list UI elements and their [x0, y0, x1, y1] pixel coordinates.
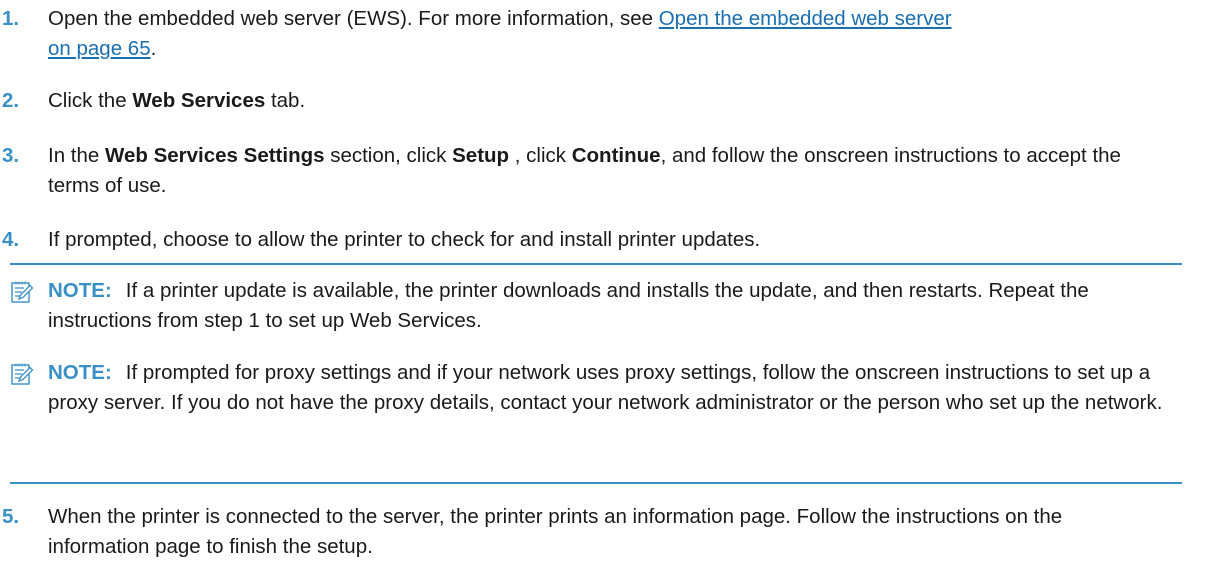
step-number: 1.	[2, 7, 20, 30]
step-text: Open the embedded web server (EWS). For …	[48, 4, 1168, 64]
ews-link-line2[interactable]: on page 65	[48, 37, 151, 60]
step-text-part: , click	[509, 144, 572, 167]
step-text-part: section, click	[324, 144, 453, 167]
web-services-settings-label: Web Services Settings	[105, 144, 325, 167]
setup-label: Setup	[452, 144, 510, 167]
note-divider	[10, 263, 1182, 265]
step-number: 3.	[2, 144, 20, 167]
note-label: NOTE:	[48, 279, 112, 302]
continue-label: Continue	[571, 144, 661, 167]
step-text-part: Click the	[48, 89, 133, 112]
note-label: NOTE:	[48, 361, 112, 384]
note-1: NOTE: If a printer update is available, t…	[10, 276, 1182, 336]
step-number: 2.	[2, 89, 20, 112]
step-text: If prompted, choose to allow the printer…	[48, 228, 761, 251]
step-number: 5.	[2, 505, 20, 528]
web-services-tab-label: Web Services	[132, 89, 266, 112]
step-number: 4.	[2, 228, 20, 251]
note-text: NOTE: If a printer update is available, t…	[48, 276, 1182, 336]
note-pencil-icon	[11, 363, 34, 385]
step-text-before: Open the embedded web server (EWS). For …	[48, 7, 659, 30]
note-pencil-icon	[11, 281, 34, 303]
step-text: When the printer is connected to the ser…	[48, 505, 1063, 558]
step-text-after: .	[150, 37, 157, 60]
ews-link-line1[interactable]: Open the embedded web server	[659, 7, 952, 30]
note-divider	[10, 482, 1182, 484]
note-2: NOTE: If prompted for proxy settings and …	[10, 358, 1182, 418]
step-text-part: tab.	[265, 89, 306, 112]
note-body: If a printer update is available, the pr…	[48, 279, 1089, 332]
note-body: If prompted for proxy settings and if yo…	[48, 361, 1163, 414]
step-text-part: In the	[48, 144, 105, 167]
step-text: In the Web Services Settings section, cl…	[48, 141, 1168, 201]
step-text: Click the Web Services tab.	[48, 86, 1168, 116]
note-text: NOTE: If prompted for proxy settings and …	[48, 358, 1182, 418]
